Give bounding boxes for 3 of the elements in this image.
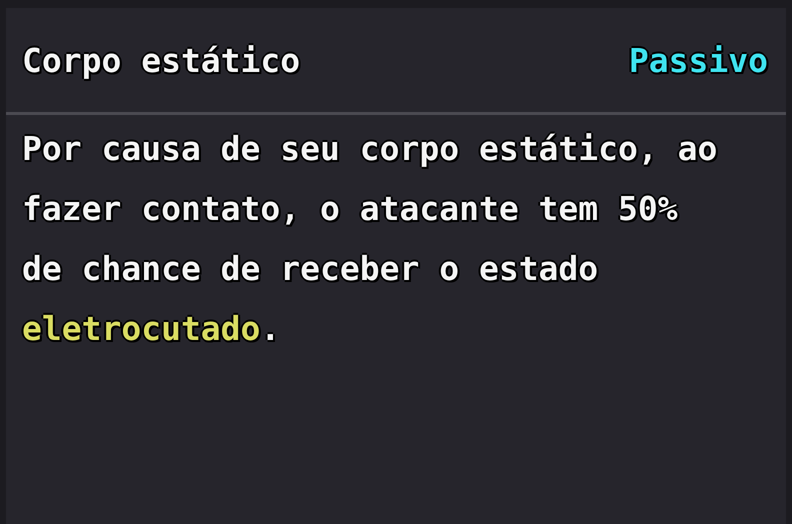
ability-type: Passivo — [628, 40, 768, 80]
ability-title: Corpo estático — [22, 40, 300, 80]
ability-description: Por causa de seu corpo estático, ao fazer contato, o atacante tem 50% de chance de receber o estado eletrocutado. — [22, 128, 718, 350]
